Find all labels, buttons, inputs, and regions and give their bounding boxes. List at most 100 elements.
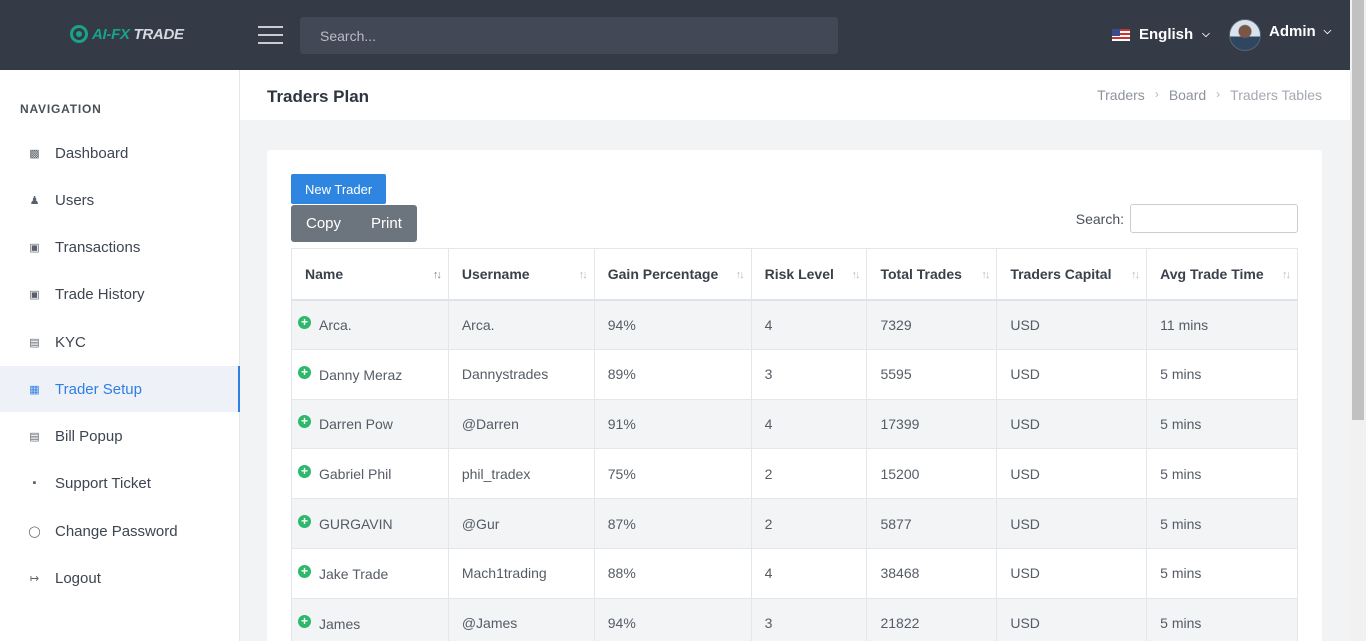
table-row[interactable]: + Jake Trade Mach1trading 88% 4 38468 USD… (291, 547, 1298, 599)
brand-logo[interactable]: AI-FX TRADE (70, 25, 184, 43)
trader-risk: 4 (750, 299, 868, 350)
sort-icon: ↑↓ (1282, 269, 1291, 281)
expand-row-icon[interactable]: + (298, 415, 311, 429)
breadcrumb-item[interactable]: Traders (1097, 87, 1145, 103)
trader-name: Danny Meraz (319, 366, 403, 383)
sidebar-item-trader-setup[interactable]: ▦ Trader Setup (0, 366, 240, 412)
column-header-avg-trade-time[interactable]: Avg Trade Time ↑↓ (1146, 248, 1298, 301)
new-trader-button[interactable]: New Trader (291, 174, 387, 204)
support-icon: ▪ (32, 477, 37, 489)
trader-total-trades: 7329 (866, 299, 998, 350)
trader-avg-time: 5 mins (1146, 398, 1298, 450)
expand-row-icon[interactable]: + (298, 564, 311, 578)
trader-username: phil_tradex (447, 448, 595, 500)
trader-gain: 87% (593, 498, 752, 549)
dashboard-icon: ▩ (29, 147, 40, 160)
nav-title: NAVIGATION (20, 102, 102, 116)
sort-icon: ↑↓ (432, 269, 442, 281)
id-card-icon: ▤ (29, 336, 40, 349)
print-button[interactable]: Print (356, 205, 417, 242)
logo-text: AI-FX TRADE (92, 25, 184, 43)
logout-icon: ↦ (29, 572, 40, 585)
sidebar-item-dashboard[interactable]: ▩ Dashboard (0, 130, 240, 176)
trader-capital: USD (996, 299, 1148, 350)
trader-name: GURGAVIN (319, 516, 393, 533)
sidebar-item-bill-popup[interactable]: ▤ Bill Popup (0, 413, 240, 459)
trader-avg-time: 5 mins (1146, 547, 1298, 599)
table-search: Search: (1076, 204, 1298, 233)
sidebar-item-transactions[interactable]: ▣ Transactions (0, 224, 240, 270)
sidebar-item-support-ticket[interactable]: ▪ Support Ticket (0, 460, 240, 506)
sort-icon: ↑↓ (851, 269, 860, 281)
trader-avg-time: 5 mins (1146, 498, 1298, 549)
expand-row-icon[interactable]: + (298, 614, 311, 628)
breadcrumb-item[interactable]: Board (1169, 87, 1206, 103)
trader-name: Jake Trade (319, 565, 389, 582)
trader-capital: USD (996, 597, 1148, 641)
us-flag-icon (1112, 28, 1130, 41)
credit-card-icon: ▤ (29, 430, 40, 443)
trader-capital: USD (996, 498, 1148, 549)
language-selector[interactable]: English ⌵ (1112, 26, 1210, 43)
trader-avg-time: 5 mins (1146, 597, 1298, 641)
table-row[interactable]: + GURGAVIN @Gur 87% 2 5877 USD 5 mins (291, 498, 1298, 549)
trader-total-trades: 15200 (866, 448, 998, 500)
trader-risk: 3 (750, 597, 868, 641)
column-header-risk-level[interactable]: Risk Level ↑↓ (750, 248, 868, 301)
sort-icon: ↑↓ (578, 269, 588, 281)
trader-gain: 88% (593, 547, 752, 599)
table-row[interactable]: + Danny Meraz Dannystrades 89% 3 5595 USD… (291, 348, 1298, 400)
trader-avg-time: 5 mins (1146, 348, 1298, 400)
table-row[interactable]: + James @James 94% 3 21822 USD 5 mins (291, 597, 1298, 641)
trader-avg-time: 5 mins (1146, 448, 1298, 500)
page-header: Traders Plan Traders › Board › Traders T… (240, 70, 1350, 120)
table-search-input[interactable] (1130, 204, 1298, 233)
trader-risk: 2 (750, 448, 868, 500)
top-bar: AI-FX TRADE English ⌵ Admin ⌵ (0, 0, 1350, 70)
chevron-down-icon: ⌵ (1323, 25, 1332, 37)
page-scrollbar-thumb[interactable] (1352, 0, 1364, 420)
table-header-row: Name ↑↓ Username ↑↓ Gain Percentage ↑↓ Risk… (291, 248, 1298, 301)
sidebar-item-users[interactable]: ♟ Users (0, 177, 240, 223)
table-row[interactable]: + Arca. Arca. 94% 4 7329 USD 11 mins (291, 299, 1298, 350)
trader-name: Gabriel Phil (319, 466, 392, 483)
column-header-total-trades[interactable]: Total Trades ↑↓ (866, 248, 998, 301)
trader-name: Arca. (319, 317, 352, 334)
page-title: Traders Plan (267, 87, 370, 106)
user-menu[interactable]: Admin ⌵ (1229, 19, 1331, 51)
table-search-label: Search: (1075, 210, 1124, 227)
trader-gain: 91% (593, 398, 752, 450)
column-header-gain-percentage[interactable]: Gain Percentage ↑↓ (593, 248, 752, 301)
table-row[interactable]: + Gabriel Phil phil_tradex 75% 2 15200 US… (291, 448, 1298, 500)
trader-username: @Gur (447, 498, 595, 549)
menu-toggle-icon[interactable] (258, 26, 283, 44)
sidebar-item-logout[interactable]: ↦ Logout (0, 555, 240, 601)
trader-name: Darren Pow (319, 416, 393, 433)
sidebar-item-trade-history[interactable]: ▣ Trade History (0, 271, 240, 317)
column-header-username[interactable]: Username ↑↓ (447, 248, 595, 301)
global-search-input[interactable] (300, 17, 838, 54)
column-header-name[interactable]: Name ↑↓ (291, 248, 449, 301)
trader-avg-time: 11 mins (1146, 299, 1298, 350)
setup-icon: ▦ (29, 383, 40, 396)
expand-row-icon[interactable]: + (298, 465, 311, 479)
table-row[interactable]: + Darren Pow @Darren 91% 4 17399 USD 5 mi… (291, 398, 1298, 450)
trader-gain: 94% (593, 299, 752, 350)
language-label: English (1139, 26, 1194, 43)
trader-name: James (319, 615, 361, 632)
sidebar-item-kyc[interactable]: ▤ KYC (0, 319, 240, 365)
breadcrumb: Traders › Board › Traders Tables (1097, 87, 1322, 103)
logo-icon (70, 25, 88, 43)
trader-risk: 4 (750, 398, 868, 450)
expand-row-icon[interactable]: + (298, 365, 311, 379)
money-icon: ▣ (29, 241, 40, 254)
copy-button[interactable]: Copy (291, 205, 357, 242)
sidebar-item-change-password[interactable]: ◯ Change Password (0, 508, 240, 554)
column-header-traders-capital[interactable]: Traders Capital ↑↓ (996, 248, 1148, 301)
expand-row-icon[interactable]: + (298, 316, 311, 330)
expand-row-icon[interactable]: + (298, 515, 311, 529)
sidebar: NAVIGATION ▩ Dashboard ♟ Users ▣ Transactio… (0, 70, 240, 641)
trader-gain: 75% (593, 448, 752, 500)
users-icon: ♟ (29, 194, 40, 207)
trader-total-trades: 38468 (866, 547, 998, 599)
